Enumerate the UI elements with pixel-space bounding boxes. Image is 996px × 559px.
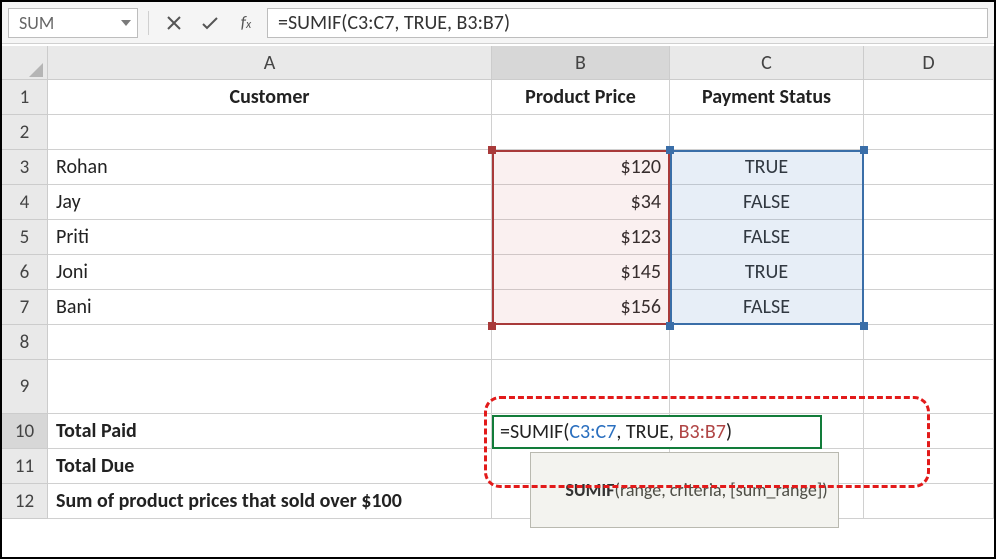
- check-icon: [201, 15, 219, 31]
- cell[interactable]: Priti: [48, 220, 492, 255]
- cell[interactable]: $123: [492, 220, 670, 255]
- cell[interactable]: [864, 325, 994, 360]
- name-box-text: SUM: [19, 12, 54, 34]
- cell[interactable]: [670, 115, 864, 150]
- formula-seg: =SUMIF(: [500, 420, 569, 444]
- divider: [148, 11, 149, 35]
- cell[interactable]: $34: [492, 185, 670, 220]
- function-tooltip: SUMIF(range, criteria, [sum_range]): [530, 452, 839, 528]
- cell[interactable]: Customer: [48, 80, 492, 115]
- formula-bar-text: =SUMIF(C3:C7, TRUE, B3:B7): [278, 11, 510, 35]
- cell[interactable]: [48, 360, 492, 414]
- cell[interactable]: FALSE: [670, 290, 864, 325]
- row-header[interactable]: 7: [2, 290, 48, 325]
- select-all-button[interactable]: [2, 46, 48, 79]
- formula-bar-input[interactable]: =SUMIF(C3:C7, TRUE, B3:B7): [267, 8, 988, 38]
- cell[interactable]: FALSE: [670, 185, 864, 220]
- row-header[interactable]: 5: [2, 220, 48, 255]
- cell[interactable]: [670, 360, 864, 414]
- name-box[interactable]: SUM: [8, 8, 138, 38]
- cell[interactable]: [864, 150, 994, 185]
- cell[interactable]: [864, 185, 994, 220]
- cell[interactable]: [492, 325, 670, 360]
- enter-formula-button[interactable]: [195, 8, 225, 38]
- cell[interactable]: [864, 414, 994, 449]
- range-handle[interactable]: [488, 146, 496, 154]
- cell[interactable]: Product Price: [492, 80, 670, 115]
- row-header[interactable]: 8: [2, 325, 48, 360]
- cell[interactable]: [864, 360, 994, 414]
- cancel-formula-button[interactable]: [159, 8, 189, 38]
- cell[interactable]: [492, 115, 670, 150]
- row-header[interactable]: 1: [2, 80, 48, 115]
- cell[interactable]: [48, 325, 492, 360]
- row-header[interactable]: 9: [2, 360, 48, 414]
- formula-seg-arg1: C3:C7: [569, 420, 616, 444]
- cell[interactable]: $156: [492, 290, 670, 325]
- cell[interactable]: FALSE: [670, 220, 864, 255]
- range-handle[interactable]: [666, 322, 674, 330]
- cell[interactable]: [864, 80, 994, 115]
- formula-seg: , TRUE,: [616, 420, 678, 444]
- cell[interactable]: [864, 484, 994, 519]
- column-header-b[interactable]: B: [492, 46, 670, 79]
- cell[interactable]: TRUE: [670, 255, 864, 290]
- cell[interactable]: Sum of product prices that sold over $10…: [48, 484, 492, 519]
- cell[interactable]: [864, 255, 994, 290]
- range-handle[interactable]: [860, 322, 868, 330]
- tooltip-sig: (range, criteria, [sum_range]): [614, 479, 827, 501]
- active-cell-editor[interactable]: =SUMIF( C3:C7 , TRUE, B3:B7 ): [492, 415, 822, 449]
- triangle-icon: [29, 63, 43, 77]
- column-headers: A B C D: [2, 46, 994, 80]
- cell[interactable]: [864, 115, 994, 150]
- cell[interactable]: [492, 360, 670, 414]
- cell[interactable]: Payment Status: [670, 80, 864, 115]
- cell[interactable]: Jay: [48, 185, 492, 220]
- cell[interactable]: TRUE: [670, 150, 864, 185]
- column-header-a[interactable]: A: [48, 46, 492, 79]
- cell[interactable]: Bani: [48, 290, 492, 325]
- formula-seg-arg2: B3:B7: [679, 420, 726, 444]
- column-header-d[interactable]: D: [864, 46, 994, 79]
- cell[interactable]: Joni: [48, 255, 492, 290]
- row-header[interactable]: 3: [2, 150, 48, 185]
- row-header[interactable]: 11: [2, 449, 48, 484]
- cell[interactable]: $120: [492, 150, 670, 185]
- chevron-down-icon[interactable]: [121, 20, 131, 26]
- cell[interactable]: Total Paid: [48, 414, 492, 449]
- row-header[interactable]: 2: [2, 115, 48, 150]
- cell[interactable]: $145: [492, 255, 670, 290]
- fx-icon: fx: [241, 12, 251, 33]
- cell[interactable]: Total Due: [48, 449, 492, 484]
- cell[interactable]: [670, 325, 864, 360]
- column-header-c[interactable]: C: [670, 46, 864, 79]
- rows: 1 Customer Product Price Payment Status …: [2, 80, 994, 557]
- row-header[interactable]: 4: [2, 185, 48, 220]
- row-header[interactable]: 10: [2, 414, 48, 449]
- cell[interactable]: [864, 449, 994, 484]
- row-header[interactable]: 12: [2, 484, 48, 519]
- cell[interactable]: [864, 220, 994, 255]
- close-icon: [166, 15, 182, 31]
- insert-function-button[interactable]: fx: [231, 8, 261, 38]
- row-header[interactable]: 6: [2, 255, 48, 290]
- tooltip-fn: SUMIF: [565, 479, 614, 501]
- cell[interactable]: [864, 290, 994, 325]
- cell[interactable]: [48, 115, 492, 150]
- spreadsheet-grid: A B C D 1 Customer Product Price Payment…: [2, 46, 994, 557]
- range-handle[interactable]: [488, 322, 496, 330]
- formula-seg: ): [726, 420, 732, 444]
- cell[interactable]: Rohan: [48, 150, 492, 185]
- range-handle[interactable]: [860, 146, 868, 154]
- range-handle[interactable]: [666, 146, 674, 154]
- formula-bar-area: SUM fx =SUMIF(C3:C7, TRUE, B3:B7): [2, 2, 994, 44]
